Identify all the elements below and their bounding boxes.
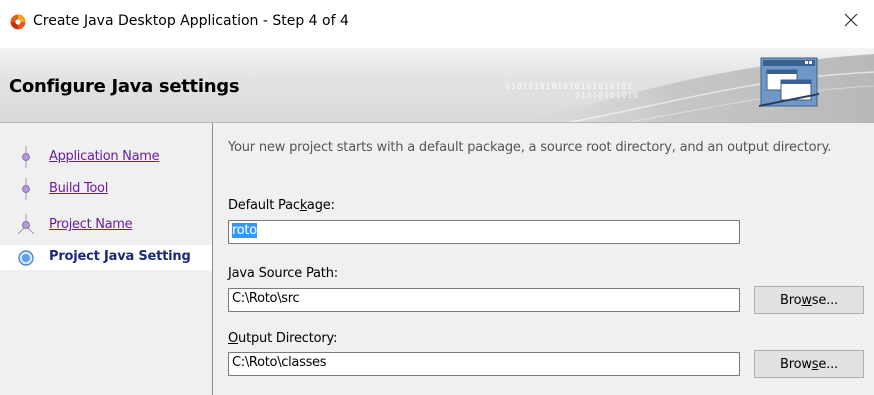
close-icon — [844, 13, 858, 27]
step-label[interactable]: Project Java Setting — [49, 249, 191, 264]
java-source-path-value: C:\Roto\src — [232, 291, 300, 306]
close-button[interactable] — [828, 0, 874, 40]
default-package-value: roto — [232, 223, 257, 238]
netbeans-app-icon — [10, 14, 26, 30]
step-marker-icon — [22, 146, 30, 168]
step-label[interactable]: Application Name — [49, 149, 160, 164]
java-source-path-label: Java Source Path: — [228, 266, 338, 281]
step-build-tool[interactable]: Build Tool — [0, 178, 212, 200]
output-directory-label: Output Directory: — [228, 331, 338, 346]
windows-graphic-icon — [759, 57, 819, 107]
output-directory-value: C:\Roto\classes — [232, 355, 327, 370]
intro-text: Your new project starts with a default p… — [228, 140, 832, 155]
default-package-input[interactable]: roto — [228, 220, 740, 244]
browse-output-directory-button[interactable]: Brow s e... — [754, 350, 864, 378]
default-package-label: Default Package: — [228, 198, 335, 213]
wizard-content: Your new project starts with a default p… — [213, 123, 874, 395]
java-source-path-input[interactable]: C:\Roto\src — [228, 288, 740, 312]
step-marker-icon — [22, 178, 30, 200]
wizard-header: 0101010101010101010101 01010101010 Confi… — [0, 48, 874, 123]
output-directory-input[interactable]: C:\Roto\classes — [228, 352, 740, 376]
step-label[interactable]: Build Tool — [49, 181, 108, 196]
header-binary-text: 01010101010 — [575, 91, 639, 100]
step-project-java-settings[interactable]: Project Java Setting — [0, 245, 212, 270]
step-project-name[interactable]: Project Name — [0, 214, 212, 236]
title-bar: Create Java Desktop Application - Step 4… — [0, 0, 874, 48]
wizard-steps-panel: Application Name Build Tool Project Name… — [0, 123, 213, 395]
page-title: Configure Java settings — [9, 76, 240, 97]
step-marker-icon — [17, 214, 35, 235]
step-label[interactable]: Project Name — [49, 217, 133, 232]
header-binary-text: 0101010101010101010101 — [505, 82, 633, 91]
browse-source-path-button[interactable]: Bro w se... — [754, 286, 864, 314]
window-title: Create Java Desktop Application - Step 4… — [33, 13, 349, 29]
step-application-name[interactable]: Application Name — [0, 146, 212, 168]
current-step-icon — [18, 250, 34, 266]
